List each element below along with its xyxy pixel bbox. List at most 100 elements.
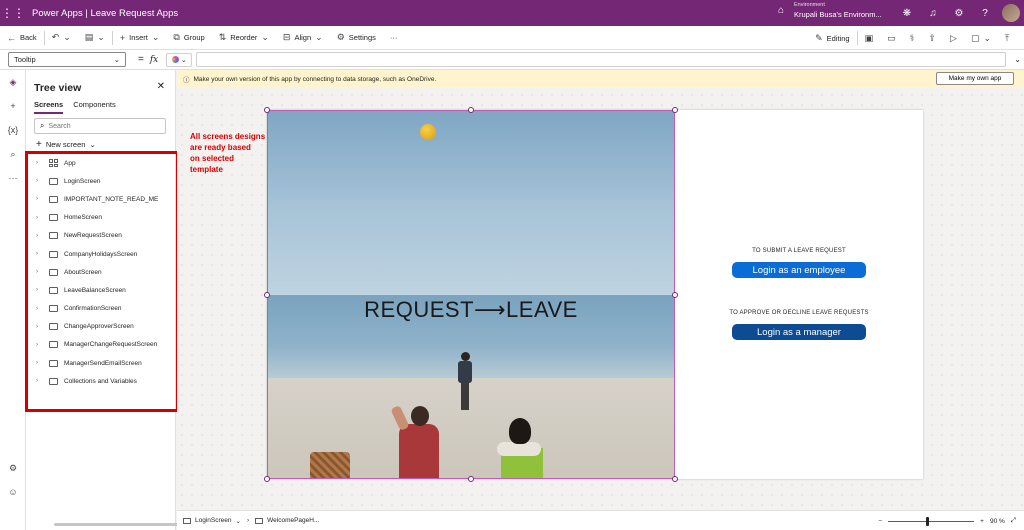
group-button[interactable]: ⧉ Group: [166, 26, 211, 50]
play-icon: ▷: [950, 32, 957, 43]
save-button[interactable]: ▢ ⌄: [964, 26, 998, 50]
help-icon[interactable]: ?: [972, 0, 998, 26]
share-button[interactable]: ⇪: [921, 26, 943, 50]
tree-item-label: LeaveBalanceScreen: [64, 286, 126, 294]
tree-item-leave-balance-screen[interactable]: › LeaveBalanceScreen: [26, 281, 176, 299]
zoom-out-button[interactable]: −: [878, 518, 882, 525]
publish-button[interactable]: ⤒: [998, 26, 1016, 50]
chevron-right-icon[interactable]: ›: [36, 306, 46, 312]
new-screen-button[interactable]: + New screen ⌄: [36, 139, 96, 150]
login-screen-preview[interactable]: REQUEST⟶LEAVE TO SUBMIT A LEAVE REQUEST …: [267, 110, 923, 479]
undo-button[interactable]: ↶ ⌄: [45, 26, 78, 50]
resize-handle[interactable]: [672, 292, 678, 298]
control-breadcrumb[interactable]: WelcomePageH...: [249, 517, 325, 524]
tree-item-manager-send-email-screen[interactable]: › ManagerSendEmailScreen: [26, 354, 176, 372]
copilot-formula-button[interactable]: ⌄: [166, 52, 193, 67]
tree-item-app[interactable]: › App: [26, 154, 176, 172]
more-icon[interactable]: ···: [0, 166, 26, 190]
sitting-person-red: [390, 405, 441, 479]
horizontal-scrollbar[interactable]: [54, 523, 192, 526]
chevron-right-icon[interactable]: ›: [36, 360, 46, 366]
screen-icon: [49, 341, 58, 349]
copilot-icon[interactable]: ❋: [894, 0, 920, 26]
tab-components[interactable]: Components: [73, 100, 116, 114]
back-button[interactable]: ← Back: [0, 26, 44, 50]
variables-icon[interactable]: {x}: [0, 118, 26, 142]
chevron-right-icon[interactable]: ›: [36, 269, 46, 275]
insert-plus-icon[interactable]: +: [0, 94, 26, 118]
chevron-right-icon[interactable]: ›: [36, 196, 46, 202]
notifications-icon[interactable]: ♫: [920, 0, 946, 26]
chevron-right-icon[interactable]: ›: [36, 324, 46, 330]
chevron-right-icon[interactable]: ›: [36, 178, 46, 184]
insert-button[interactable]: + Insert ⌄: [113, 26, 167, 50]
resize-handle[interactable]: [672, 476, 678, 482]
play-button[interactable]: ▷: [943, 26, 964, 50]
tree-item-confirmation-screen[interactable]: › ConfirmationScreen: [26, 300, 176, 318]
tree-item-manager-change-request-screen[interactable]: › ManagerChangeRequestScreen: [26, 336, 176, 354]
settings-button[interactable]: ⚙ Settings: [330, 26, 383, 50]
settings-gear-icon[interactable]: ⚙: [0, 456, 26, 480]
expand-formula-icon[interactable]: ⌄: [1014, 55, 1021, 64]
zoom-value: 90: [989, 517, 998, 525]
tree-item-change-approver-screen[interactable]: › ChangeApproverScreen: [26, 318, 176, 336]
manager-prompt: TO APPROVE OR DECLINE LEAVE REQUESTS: [729, 310, 869, 316]
chevron-right-icon[interactable]: ›: [36, 287, 46, 293]
search-icon[interactable]: ⌕: [0, 142, 26, 166]
resize-handle[interactable]: [264, 476, 270, 482]
chevron-right-icon[interactable]: ›: [36, 233, 46, 239]
chevron-right-icon[interactable]: ›: [36, 215, 46, 221]
tree-item-label: App: [64, 159, 76, 167]
zoom-slider[interactable]: [888, 516, 975, 526]
tree-item-company-holidays-screen[interactable]: › CompanyHolidaysScreen: [26, 245, 176, 263]
tree-item-login-screen[interactable]: › LoginScreen: [26, 172, 176, 190]
app-launcher-icon[interactable]: ⋮⋮: [0, 0, 26, 26]
resize-handle[interactable]: [672, 107, 678, 113]
tree-item-new-request-screen[interactable]: › NewRequestScreen: [26, 227, 176, 245]
formula-input[interactable]: [196, 52, 1007, 67]
equals-sign: =: [138, 54, 144, 65]
more-button[interactable]: ···: [383, 26, 405, 50]
make-my-own-app-button[interactable]: Make my own app: [936, 72, 1014, 85]
comments-button[interactable]: ▭: [880, 26, 903, 50]
paste-button[interactable]: ▤ ⌄: [78, 26, 112, 50]
chevron-right-icon[interactable]: ›: [36, 251, 46, 257]
resize-handle[interactable]: [468, 107, 474, 113]
resize-handle[interactable]: [264, 292, 270, 298]
app-checker-button[interactable]: ▣: [858, 26, 881, 50]
tree-item-home-screen[interactable]: › HomeScreen: [26, 209, 176, 227]
back-arrow-icon: ←: [7, 32, 16, 43]
plus-icon: +: [36, 139, 42, 150]
zoom-in-button[interactable]: +: [980, 518, 984, 525]
resize-handle[interactable]: [468, 476, 474, 482]
app-name: Leave Request Apps: [90, 7, 179, 19]
close-icon[interactable]: ✕: [157, 81, 165, 92]
tree-item-important-note[interactable]: › IMPORTANT_NOTE_READ_ME: [26, 190, 176, 208]
tree-item-about-screen[interactable]: › AboutScreen: [26, 263, 176, 281]
resize-handle[interactable]: [264, 107, 270, 113]
chevron-down-icon: ⌄: [180, 56, 187, 64]
align-button[interactable]: ⊟ Align ⌄: [276, 26, 330, 50]
editing-mode-button[interactable]: ✎ Editing: [808, 26, 856, 50]
chevron-right-icon[interactable]: ›: [36, 378, 46, 384]
tree-search-input[interactable]: [48, 122, 159, 130]
environment-picker[interactable]: ⌂ Environment Krupali Busa's Environm...: [778, 2, 882, 18]
zoom-slider-thumb[interactable]: [926, 516, 930, 526]
chevron-right-icon[interactable]: ›: [36, 342, 46, 348]
login-manager-button[interactable]: Login as a manager: [732, 324, 866, 340]
tree-item-collections-and-variables[interactable]: › Collections and Variables: [26, 372, 176, 390]
settings-gear-icon[interactable]: ⚙: [946, 0, 972, 26]
fit-to-window-icon[interactable]: ⤢: [1011, 517, 1016, 525]
beach-photo[interactable]: REQUEST⟶LEAVE: [267, 110, 675, 479]
tree-view-layers-icon[interactable]: ◈: [0, 70, 26, 94]
property-dropdown[interactable]: Tooltip ⌄: [8, 52, 126, 67]
virtual-agent-icon[interactable]: ☺: [0, 480, 26, 504]
fx-icon: fx: [149, 54, 159, 65]
reorder-button[interactable]: ⇅ Reorder ⌄: [212, 26, 276, 50]
user-avatar[interactable]: [1002, 4, 1020, 22]
login-employee-button[interactable]: Login as an employee: [732, 262, 866, 278]
tab-screens[interactable]: Screens: [34, 100, 64, 114]
health-button[interactable]: ⚕: [903, 26, 922, 50]
chevron-right-icon[interactable]: ›: [36, 160, 46, 166]
screen-breadcrumb[interactable]: LoginScreen ⌄: [177, 517, 247, 525]
